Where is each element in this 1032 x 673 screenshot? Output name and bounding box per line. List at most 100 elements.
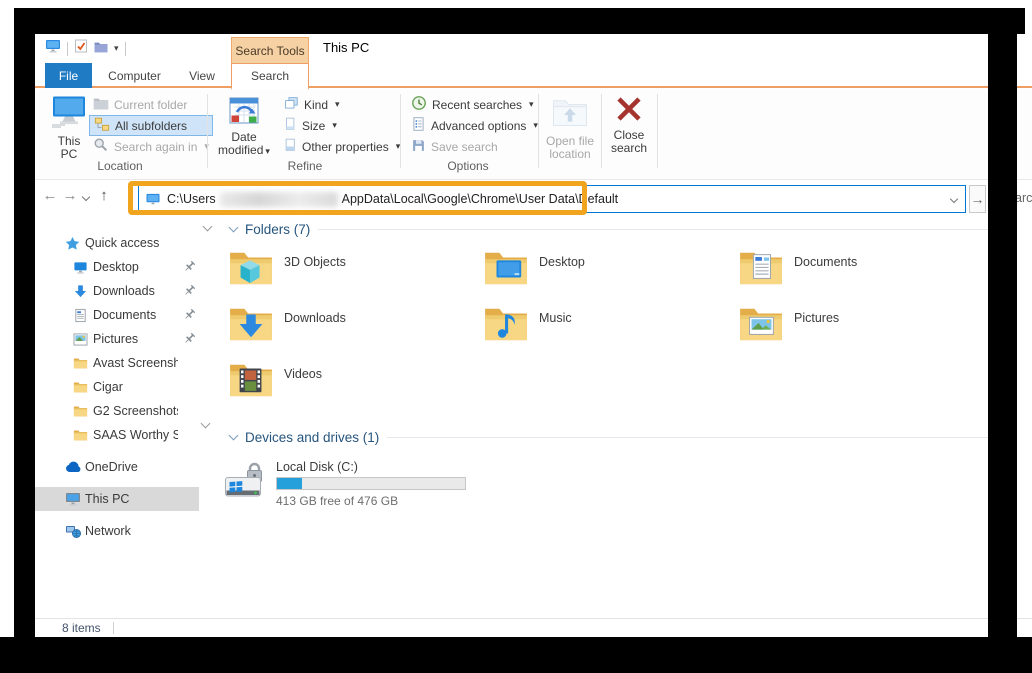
item-count: 8 items (62, 621, 101, 635)
subfolders-icon (94, 116, 110, 135)
sidebar-item-label: G2 Screenshots (93, 404, 178, 418)
ribbon-button-close-search[interactable]: Close search (606, 95, 652, 155)
folders-section-header[interactable]: Folders (7) (220, 218, 1032, 240)
black-border-bottom (0, 637, 1032, 673)
navigation-pane: Quick accessDesktop Downloads Documents Pic… (35, 218, 219, 618)
drive-usage-bar (276, 477, 466, 490)
folder-gray-icon (93, 97, 109, 113)
search-input[interactable]: arc (1015, 191, 1032, 205)
folder-tile-3d-objects[interactable]: 3D Objects (228, 248, 483, 304)
save-icon (411, 138, 426, 156)
sidebar-item-label: Pictures (93, 332, 138, 346)
sidebar-item-label: Downloads (93, 284, 155, 298)
calendar-icon (211, 95, 277, 128)
ribbon-button-date-modified[interactable]: Date modified▾ (211, 95, 277, 158)
tab-computer[interactable]: Computer (97, 63, 172, 88)
ribbon-item-label: All subfolders (115, 119, 187, 133)
folder-tile-music[interactable]: Music (483, 304, 738, 360)
folder-tile-desktop[interactable]: Desktop (483, 248, 738, 304)
ribbon-button-label: Open file location (546, 134, 594, 161)
black-border-top (14, 8, 1025, 34)
qat-dropdown-icon[interactable]: ▾ (114, 43, 119, 54)
ribbon-button-open-file-location: Open file location (543, 95, 597, 161)
up-button[interactable]: ↑ (95, 187, 113, 204)
sidebar-item-label: Documents (93, 308, 156, 322)
back-button[interactable]: ← (41, 187, 59, 204)
properties-icon[interactable] (74, 39, 88, 58)
sidebar-item-documents[interactable]: Documents (35, 303, 219, 327)
drive-capacity-text: 413 GB free of 476 GB (276, 494, 466, 508)
pin-icon (183, 308, 196, 324)
content-area: Quick accessDesktopDownloadsDocumentsPic… (35, 218, 1032, 618)
drive-usage-fill (277, 478, 302, 489)
folder-tile-label: Desktop (539, 255, 585, 269)
sidebar-item-g2-screenshots[interactable]: G2 Screenshots (35, 399, 219, 423)
picture-icon (73, 333, 88, 346)
collapse-chevron-icon[interactable] (229, 430, 239, 440)
tab-search[interactable]: Search (231, 63, 309, 90)
section-rule (318, 229, 1005, 230)
title-bar: ▾ Search Tools This PC (35, 34, 1032, 63)
ribbon-button-label: Date modified (218, 130, 263, 157)
sidebar-item-quick-access[interactable]: Quick access (35, 231, 219, 255)
sidebar-item-cigar[interactable]: Cigar (35, 375, 219, 399)
tile-desktop-icon (483, 248, 529, 291)
ribbon-button-this-pc[interactable]: This PC (48, 95, 90, 161)
ribbon-item-label: Kind (304, 98, 328, 112)
ribbon-item-label: Search again in (114, 140, 197, 154)
drive-tile[interactable]: Local Disk (C:) 413 GB free of 476 GB (222, 458, 1032, 509)
kind-icon (283, 96, 299, 114)
sidebar-item-saas-worthy-screen[interactable]: SAAS Worthy Screen (35, 423, 219, 447)
size-icon (283, 116, 297, 135)
ribbon-item-recent-searches[interactable]: Recent searches▾ (407, 94, 542, 115)
tab-view[interactable]: View (177, 63, 227, 88)
pin-icon (183, 260, 196, 276)
group-separator (400, 94, 401, 168)
ribbon-item-label: Advanced options (431, 119, 526, 133)
folder-tile-documents[interactable]: Documents (738, 248, 993, 304)
qat-separator (67, 42, 68, 56)
sidebar-item-pictures[interactable]: Pictures (35, 327, 219, 351)
ribbon-item-current-folder: Current folder (89, 94, 213, 115)
folder-tile-label: Pictures (794, 311, 839, 325)
forward-button[interactable]: → (61, 187, 79, 204)
sidebar-item-network[interactable]: Network (35, 519, 219, 543)
sidebar-item-onedrive[interactable]: OneDrive (35, 455, 219, 479)
ribbon-item-search-again-in: Search again in▾ (89, 136, 213, 157)
go-to-button[interactable]: → (969, 185, 986, 213)
address-dropdown-icon[interactable] (950, 195, 958, 203)
sidebar-item-avast-screenshots[interactable]: Avast Screenshots (35, 351, 219, 375)
pin-icon (183, 284, 196, 300)
section-rule (387, 437, 1005, 438)
ribbon-item-kind[interactable]: Kind ▾ (279, 94, 404, 115)
group-separator (601, 94, 602, 168)
tile-documents-icon (738, 248, 784, 291)
sidebar-item-label: OneDrive (85, 460, 138, 474)
files-pane: Folders (7) 3D Objects Desktop Documents Do… (220, 218, 1032, 618)
group-separator (207, 94, 208, 168)
tile-downloads-icon (228, 304, 274, 347)
folder-tile-downloads[interactable]: Downloads (228, 304, 483, 360)
sidebar-item-downloads[interactable]: Downloads (35, 279, 219, 303)
ribbon-button-label: Close search (611, 128, 647, 155)
drives-section-header[interactable]: Devices and drives (1) (220, 426, 1032, 448)
folder-tile-label: 3D Objects (284, 255, 346, 269)
group-separator (657, 94, 658, 168)
tab-file[interactable]: File (45, 63, 92, 88)
sidebar-item-this-pc[interactable]: This PC (35, 487, 219, 511)
ribbon-item-label: Current folder (114, 98, 187, 112)
status-bar: 8 items (35, 618, 1032, 637)
folder-icon (73, 429, 88, 441)
ribbon-item-other-properties[interactable]: Other properties▾ (279, 136, 404, 157)
sidebar-item-desktop[interactable]: Desktop (35, 255, 219, 279)
ribbon-item-all-subfolders[interactable]: All subfolders (89, 115, 213, 136)
collapse-chevron-icon[interactable] (229, 222, 239, 232)
history-dropdown-icon[interactable] (82, 193, 90, 201)
folder-tile-videos[interactable]: Videos (228, 360, 483, 416)
folder-tile-pictures[interactable]: Pictures (738, 304, 993, 360)
ribbon-item-advanced-options[interactable]: Advanced options▾ (407, 115, 542, 136)
ribbon-item-size[interactable]: Size▾ (279, 115, 404, 136)
new-folder-icon[interactable] (94, 40, 108, 58)
dropdown-arrow-icon: ▾ (335, 99, 340, 110)
folder-tile-label: Documents (794, 255, 857, 269)
